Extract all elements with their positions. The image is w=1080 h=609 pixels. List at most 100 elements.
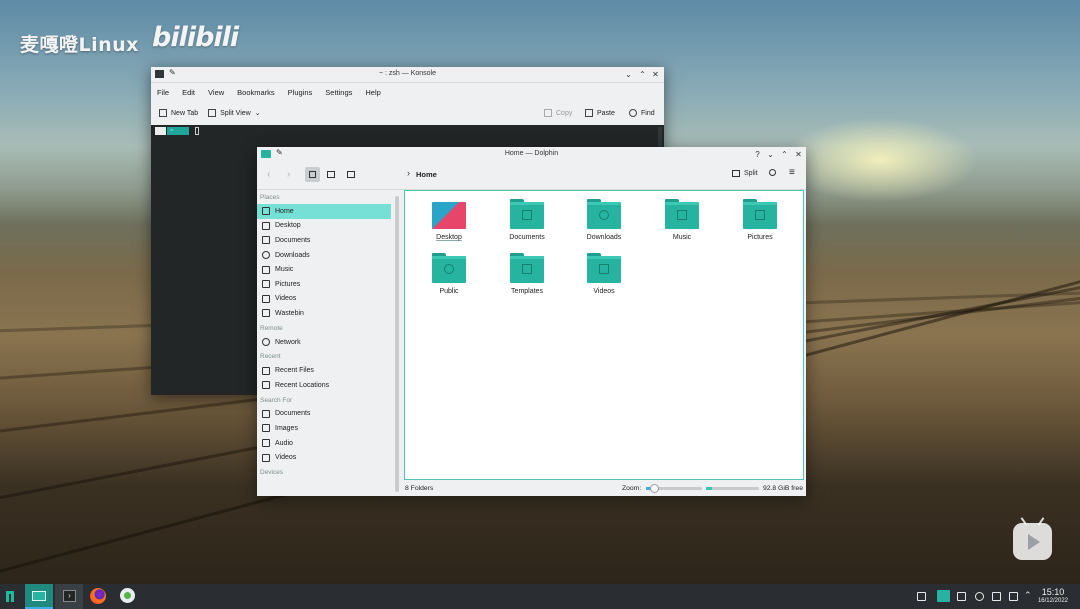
split-view-button[interactable]: Split View ⌄ bbox=[208, 109, 261, 117]
application-launcher[interactable] bbox=[0, 584, 24, 609]
taskbar-firefox[interactable] bbox=[87, 584, 109, 609]
folder-label: Pictures bbox=[747, 234, 773, 241]
status-bar: 8 Folders Zoom: 92.8 GiB free bbox=[404, 482, 804, 496]
chevron-up-icon[interactable]: ⌃ bbox=[638, 70, 647, 79]
volume-icon[interactable] bbox=[992, 592, 1001, 601]
sidebar-item-desktop[interactable]: Desktop bbox=[257, 219, 391, 234]
free-space: 92.8 GiB free bbox=[762, 485, 803, 492]
folder-item-downloads[interactable]: Downloads bbox=[569, 199, 639, 241]
shell-prompt: ~ bbox=[155, 127, 199, 135]
sidebar-item-recent-locations[interactable]: Recent Locations bbox=[257, 378, 391, 393]
sidebar-item-wastebin[interactable]: Wastebin bbox=[257, 306, 391, 321]
folder-label: Documents bbox=[509, 234, 545, 241]
trash-icon bbox=[262, 309, 270, 318]
show-desktop-icon[interactable] bbox=[917, 592, 926, 601]
clipboard-icon[interactable] bbox=[957, 592, 966, 601]
file-view[interactable]: Desktop Documents Downloads Music Pictur… bbox=[404, 190, 804, 480]
sidebar-item-search-documents[interactable]: Documents bbox=[257, 407, 391, 422]
sidebar-item-documents[interactable]: Documents bbox=[257, 233, 391, 248]
back-icon[interactable]: ‹ bbox=[267, 169, 270, 180]
folder-label: Desktop bbox=[436, 234, 462, 241]
folder-label: Music bbox=[672, 234, 692, 241]
sidebar-item-music[interactable]: Music bbox=[257, 262, 391, 277]
disk-usage-bar bbox=[706, 487, 759, 490]
split-button[interactable]: Split bbox=[732, 170, 758, 177]
channel-watermark: 麦嘎噔Linux bbox=[20, 34, 139, 56]
chevron-down-icon[interactable]: ⌄ bbox=[766, 150, 775, 159]
desktop-icon bbox=[262, 221, 270, 230]
sidebar-item-label: Videos bbox=[275, 454, 297, 462]
close-icon[interactable]: ✕ bbox=[794, 150, 803, 159]
folder-count: 8 Folders bbox=[405, 485, 434, 492]
menu-help[interactable]: Help bbox=[365, 88, 380, 97]
menu-edit[interactable]: Edit bbox=[182, 88, 195, 97]
menu-view[interactable]: View bbox=[208, 88, 224, 97]
firefox-icon bbox=[90, 588, 106, 604]
menu-bookmarks[interactable]: Bookmarks bbox=[237, 88, 275, 97]
folder-item-templates[interactable]: Templates bbox=[492, 253, 562, 295]
clock-time: 15:10 bbox=[1041, 587, 1065, 597]
sidebar-item-home[interactable]: Home bbox=[257, 204, 391, 219]
places-scrollbar[interactable] bbox=[395, 192, 399, 494]
konsole-titlebar[interactable]: ✎ ~ : zsh — Konsole ⌄ ⌃ ✕ bbox=[151, 67, 664, 83]
breadcrumb[interactable]: Home bbox=[416, 170, 437, 179]
paste-button[interactable]: Paste bbox=[585, 109, 615, 117]
pictures-folder-icon bbox=[743, 199, 777, 229]
zoom-slider[interactable] bbox=[646, 484, 702, 493]
chevron-down-icon: ⌄ bbox=[254, 110, 261, 117]
taskbar-dolphin[interactable] bbox=[25, 584, 53, 609]
sidebar-item-videos[interactable]: Videos bbox=[257, 292, 391, 307]
updates-icon[interactable] bbox=[975, 592, 984, 601]
dolphin-window[interactable]: ✎ Home — Dolphin ? ⌄ ⌃ ✕ ‹ › › Home Spli… bbox=[257, 147, 806, 496]
sidebar-item-search-videos[interactable]: Videos bbox=[257, 450, 391, 465]
sidebar-item-network[interactable]: Network bbox=[257, 335, 391, 350]
audio-icon bbox=[262, 439, 270, 448]
menu-plugins[interactable]: Plugins bbox=[288, 88, 313, 97]
close-icon[interactable]: ✕ bbox=[651, 70, 660, 79]
folder-item-documents[interactable]: Documents bbox=[492, 199, 562, 241]
sidebar-item-label: Network bbox=[275, 338, 301, 346]
dolphin-app-icon bbox=[32, 591, 46, 601]
chevron-down-icon[interactable]: ⌄ bbox=[624, 70, 633, 79]
folder-item-desktop[interactable]: Desktop bbox=[414, 199, 484, 241]
sidebar-item-label: Recent Files bbox=[275, 367, 314, 375]
zoom-slider-handle[interactable] bbox=[649, 484, 659, 493]
videos-icon bbox=[262, 294, 270, 303]
places-header: Places bbox=[260, 194, 280, 201]
sidebar-item-search-images[interactable]: Images bbox=[257, 421, 391, 436]
folder-item-videos[interactable]: Videos bbox=[569, 253, 639, 295]
taskbar-konsole[interactable]: › bbox=[55, 584, 83, 609]
folder-item-public[interactable]: Public bbox=[414, 253, 484, 295]
dolphin-titlebar[interactable]: ✎ Home — Dolphin ? ⌄ ⌃ ✕ bbox=[257, 147, 806, 162]
copy-button[interactable]: Copy bbox=[544, 109, 572, 117]
sidebar-item-recent-files[interactable]: Recent Files bbox=[257, 363, 391, 378]
menu-file[interactable]: File bbox=[157, 88, 169, 97]
chevron-up-icon[interactable]: ⌃ bbox=[1024, 590, 1032, 601]
menu-settings[interactable]: Settings bbox=[325, 88, 352, 97]
find-button[interactable]: Find bbox=[629, 109, 655, 117]
sidebar-item-label: Music bbox=[275, 266, 294, 274]
forward-icon[interactable]: › bbox=[287, 169, 290, 180]
digital-clock[interactable]: 15:10 16/12/2022 bbox=[1038, 587, 1068, 604]
sidebar-item-downloads[interactable]: Downloads bbox=[257, 248, 391, 263]
folder-item-music[interactable]: Music bbox=[647, 199, 717, 241]
chevron-up-icon[interactable]: ⌃ bbox=[780, 150, 789, 159]
recent-files-icon bbox=[262, 366, 270, 375]
details-view-icon[interactable] bbox=[347, 171, 355, 178]
help-icon[interactable]: ? bbox=[753, 150, 762, 159]
network-icon[interactable] bbox=[1009, 592, 1018, 601]
sidebar-item-label: Documents bbox=[275, 410, 311, 418]
scrollbar-thumb[interactable] bbox=[395, 196, 399, 492]
folder-item-pictures[interactable]: Pictures bbox=[725, 199, 795, 241]
hamburger-menu-icon[interactable]: ≡ bbox=[789, 167, 795, 178]
compact-view-icon[interactable] bbox=[327, 171, 335, 178]
folder-label: Public bbox=[439, 288, 459, 295]
sidebar-item-pictures[interactable]: Pictures bbox=[257, 277, 391, 292]
search-icon[interactable] bbox=[769, 169, 776, 176]
sidebar-item-label: Recent Locations bbox=[275, 381, 330, 389]
konsole-menubar: File Edit View Bookmarks Plugins Setting… bbox=[151, 83, 664, 101]
sidebar-item-search-audio[interactable]: Audio bbox=[257, 436, 391, 451]
pager-icon[interactable] bbox=[937, 590, 950, 602]
taskbar-software-manager[interactable] bbox=[115, 584, 139, 609]
new-tab-button[interactable]: New Tab bbox=[159, 109, 198, 117]
